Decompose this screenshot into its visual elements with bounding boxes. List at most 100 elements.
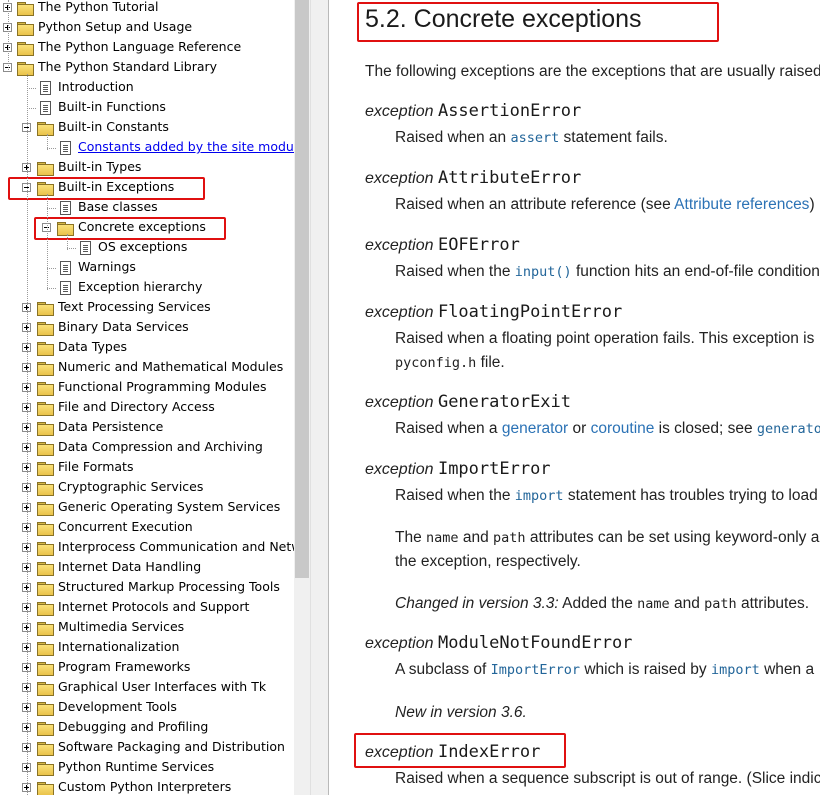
- tree-item-graphical-user-interfaces-with-tk[interactable]: Graphical User Interfaces with Tk: [0, 678, 294, 698]
- exception-floatingpointerror: exception FloatingPointError: [365, 302, 623, 322]
- tree-item-label[interactable]: Development Tools: [58, 698, 177, 715]
- tree-item-label[interactable]: Text Processing Services: [58, 298, 211, 315]
- tree-item-label[interactable]: Internationalization: [58, 638, 179, 655]
- tree-item-label[interactable]: Interprocess Communication and Netwo: [58, 538, 294, 555]
- folder-icon: [17, 42, 34, 56]
- tree-item-cryptographic-services[interactable]: Cryptographic Services: [0, 478, 294, 498]
- tree-item-label[interactable]: Internet Data Handling: [58, 558, 201, 575]
- tree-item-binary-data-services[interactable]: Binary Data Services: [0, 318, 294, 338]
- tree-item-label[interactable]: Binary Data Services: [58, 318, 189, 335]
- tree-item-label[interactable]: Software Packaging and Distribution: [58, 738, 285, 755]
- tree-item-label[interactable]: Program Frameworks: [58, 658, 190, 675]
- tree-item-data-types[interactable]: Data Types: [0, 338, 294, 358]
- tree-item-file-formats[interactable]: File Formats: [0, 458, 294, 478]
- tree-scrollbar[interactable]: [294, 0, 310, 795]
- importerror-link[interactable]: ImportError: [491, 662, 580, 678]
- tree-item-custom-python-interpreters[interactable]: Custom Python Interpreters: [0, 778, 294, 795]
- tree-item-base-classes[interactable]: Base classes: [0, 198, 294, 218]
- tree-item-text-processing-services[interactable]: Text Processing Services: [0, 298, 294, 318]
- tree-item-label[interactable]: Functional Programming Modules: [58, 378, 266, 395]
- folder-icon: [37, 722, 54, 736]
- folder-icon: [37, 422, 54, 436]
- tree-item-built-in-functions[interactable]: Built-in Functions: [0, 98, 294, 118]
- tree-item-label[interactable]: Structured Markup Processing Tools: [58, 578, 280, 595]
- tree-item-exception-hierarchy[interactable]: Exception hierarchy: [0, 278, 294, 298]
- tree-item-the-python-language-reference[interactable]: The Python Language Reference: [0, 38, 294, 58]
- tree-item-warnings[interactable]: Warnings: [0, 258, 294, 278]
- tree-item-os-exceptions[interactable]: OS exceptions: [0, 238, 294, 258]
- folder-icon: [37, 622, 54, 636]
- tree-item-data-compression-and-archiving[interactable]: Data Compression and Archiving: [0, 438, 294, 458]
- tree-item-label[interactable]: Python Runtime Services: [58, 758, 214, 775]
- tree-item-label[interactable]: File and Directory Access: [58, 398, 215, 415]
- tree-item-label[interactable]: Exception hierarchy: [78, 278, 202, 295]
- tree-item-program-frameworks[interactable]: Program Frameworks: [0, 658, 294, 678]
- tree-item-structured-markup-processing-tools[interactable]: Structured Markup Processing Tools: [0, 578, 294, 598]
- tree-item-label[interactable]: Numeric and Mathematical Modules: [58, 358, 283, 375]
- tree-item-constants-added-by-the-site-module[interactable]: Constants added by the site module: [0, 138, 294, 158]
- tree-item-label[interactable]: Internet Protocols and Support: [58, 598, 249, 615]
- tree-item-concurrent-execution[interactable]: Concurrent Execution: [0, 518, 294, 538]
- folder-icon: [37, 602, 54, 616]
- tree-item-python-setup-and-usage[interactable]: Python Setup and Usage: [0, 18, 294, 38]
- tree-item-label[interactable]: Python Setup and Usage: [38, 18, 192, 35]
- import-link[interactable]: import: [515, 488, 564, 504]
- tree-item-label[interactable]: OS exceptions: [98, 238, 187, 255]
- tree-item-label[interactable]: Concurrent Execution: [58, 518, 193, 535]
- tree-item-label[interactable]: Built-in Functions: [58, 98, 166, 115]
- tree-item-label[interactable]: The Python Standard Library: [38, 58, 217, 75]
- generator-link[interactable]: generator: [502, 420, 568, 437]
- tree-item-built-in-types[interactable]: Built-in Types: [0, 158, 294, 178]
- tree-item-functional-programming-modules[interactable]: Functional Programming Modules: [0, 378, 294, 398]
- tree-item-internet-data-handling[interactable]: Internet Data Handling: [0, 558, 294, 578]
- folder-icon: [37, 542, 54, 556]
- tree-item-file-and-directory-access[interactable]: File and Directory Access: [0, 398, 294, 418]
- tree-item-label[interactable]: File Formats: [58, 458, 133, 475]
- tree-item-label[interactable]: Base classes: [78, 198, 158, 215]
- tree-item-label[interactable]: The Python Tutorial: [38, 0, 158, 15]
- tree-item-label[interactable]: Constants added by the site module: [78, 138, 294, 155]
- tree-item-label[interactable]: Warnings: [78, 258, 136, 275]
- tree-item-label[interactable]: Built-in Types: [58, 158, 141, 175]
- assert-link[interactable]: assert: [510, 130, 559, 146]
- folder-icon: [37, 662, 54, 676]
- tree-item-software-packaging-and-distribution[interactable]: Software Packaging and Distribution: [0, 738, 294, 758]
- pane-splitter[interactable]: [310, 0, 329, 795]
- attributeerror-desc: Raised when an attribute reference (see …: [395, 196, 815, 213]
- tree-item-label[interactable]: Multimedia Services: [58, 618, 184, 635]
- generator-close-link[interactable]: generato: [757, 421, 820, 437]
- tree-item-the-python-standard-library[interactable]: The Python Standard Library: [0, 58, 294, 78]
- tree-item-label[interactable]: Custom Python Interpreters: [58, 778, 231, 795]
- tree-item-label[interactable]: Introduction: [58, 78, 134, 95]
- input-link[interactable]: input(): [515, 264, 572, 280]
- coroutine-link[interactable]: coroutine: [591, 420, 655, 437]
- tree-item-development-tools[interactable]: Development Tools: [0, 698, 294, 718]
- import-link-2[interactable]: import: [711, 662, 760, 678]
- tree-scrollbar-thumb[interactable]: [295, 0, 309, 578]
- tree-item-generic-operating-system-services[interactable]: Generic Operating System Services: [0, 498, 294, 518]
- tree-item-multimedia-services[interactable]: Multimedia Services: [0, 618, 294, 638]
- tree-item-the-python-tutorial[interactable]: The Python Tutorial: [0, 0, 294, 18]
- tree-item-interprocess-communication-and-netwo[interactable]: Interprocess Communication and Netwo: [0, 538, 294, 558]
- attribute-references-link[interactable]: Attribute references: [674, 196, 809, 213]
- open-folder-icon: [37, 122, 54, 136]
- tree-item-label[interactable]: Cryptographic Services: [58, 478, 203, 495]
- intro-text: The following exceptions are the excepti…: [365, 63, 820, 80]
- tree-item-label[interactable]: Built-in Constants: [58, 118, 169, 135]
- tree-item-label[interactable]: Data Persistence: [58, 418, 163, 435]
- tree-item-data-persistence[interactable]: Data Persistence: [0, 418, 294, 438]
- tree-item-debugging-and-profiling[interactable]: Debugging and Profiling: [0, 718, 294, 738]
- tree-item-internationalization[interactable]: Internationalization: [0, 638, 294, 658]
- tree-item-label[interactable]: Debugging and Profiling: [58, 718, 208, 735]
- tree-item-python-runtime-services[interactable]: Python Runtime Services: [0, 758, 294, 778]
- tree-item-label[interactable]: Data Compression and Archiving: [58, 438, 263, 455]
- tree-item-label[interactable]: Generic Operating System Services: [58, 498, 280, 515]
- tree-item-internet-protocols-and-support[interactable]: Internet Protocols and Support: [0, 598, 294, 618]
- tree-item-introduction[interactable]: Introduction: [0, 78, 294, 98]
- tree-item-label[interactable]: Data Types: [58, 338, 127, 355]
- tree-guide-line: [8, 0, 9, 70]
- tree-item-label[interactable]: Graphical User Interfaces with Tk: [58, 678, 266, 695]
- tree-item-label[interactable]: The Python Language Reference: [38, 38, 241, 55]
- tree-item-numeric-and-mathematical-modules[interactable]: Numeric and Mathematical Modules: [0, 358, 294, 378]
- tree-item-built-in-constants[interactable]: Built-in Constants: [0, 118, 294, 138]
